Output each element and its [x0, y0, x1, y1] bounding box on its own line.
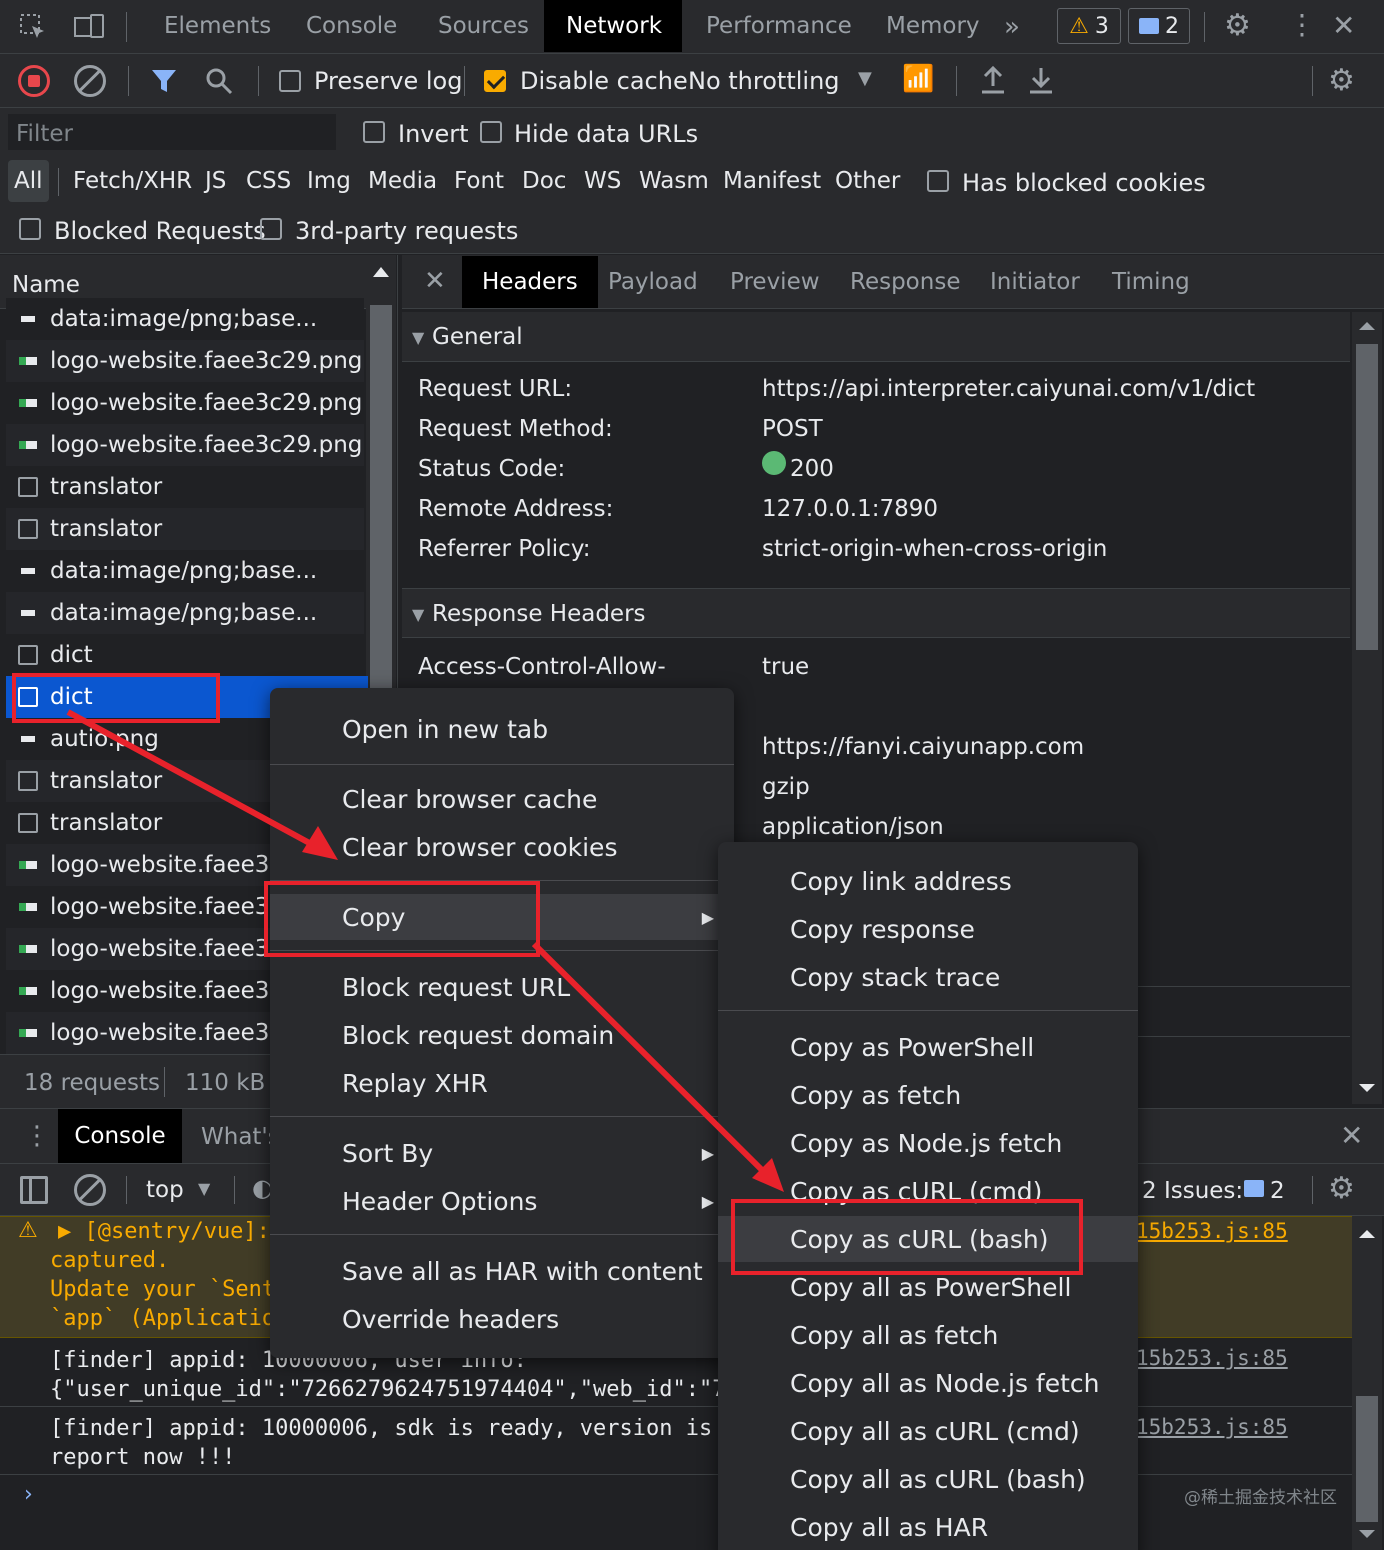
- arrow-to-copy: [66, 709, 328, 855]
- arrow-to-curl-bash: [531, 941, 773, 1181]
- annotation-arrows: [66, 709, 784, 1192]
